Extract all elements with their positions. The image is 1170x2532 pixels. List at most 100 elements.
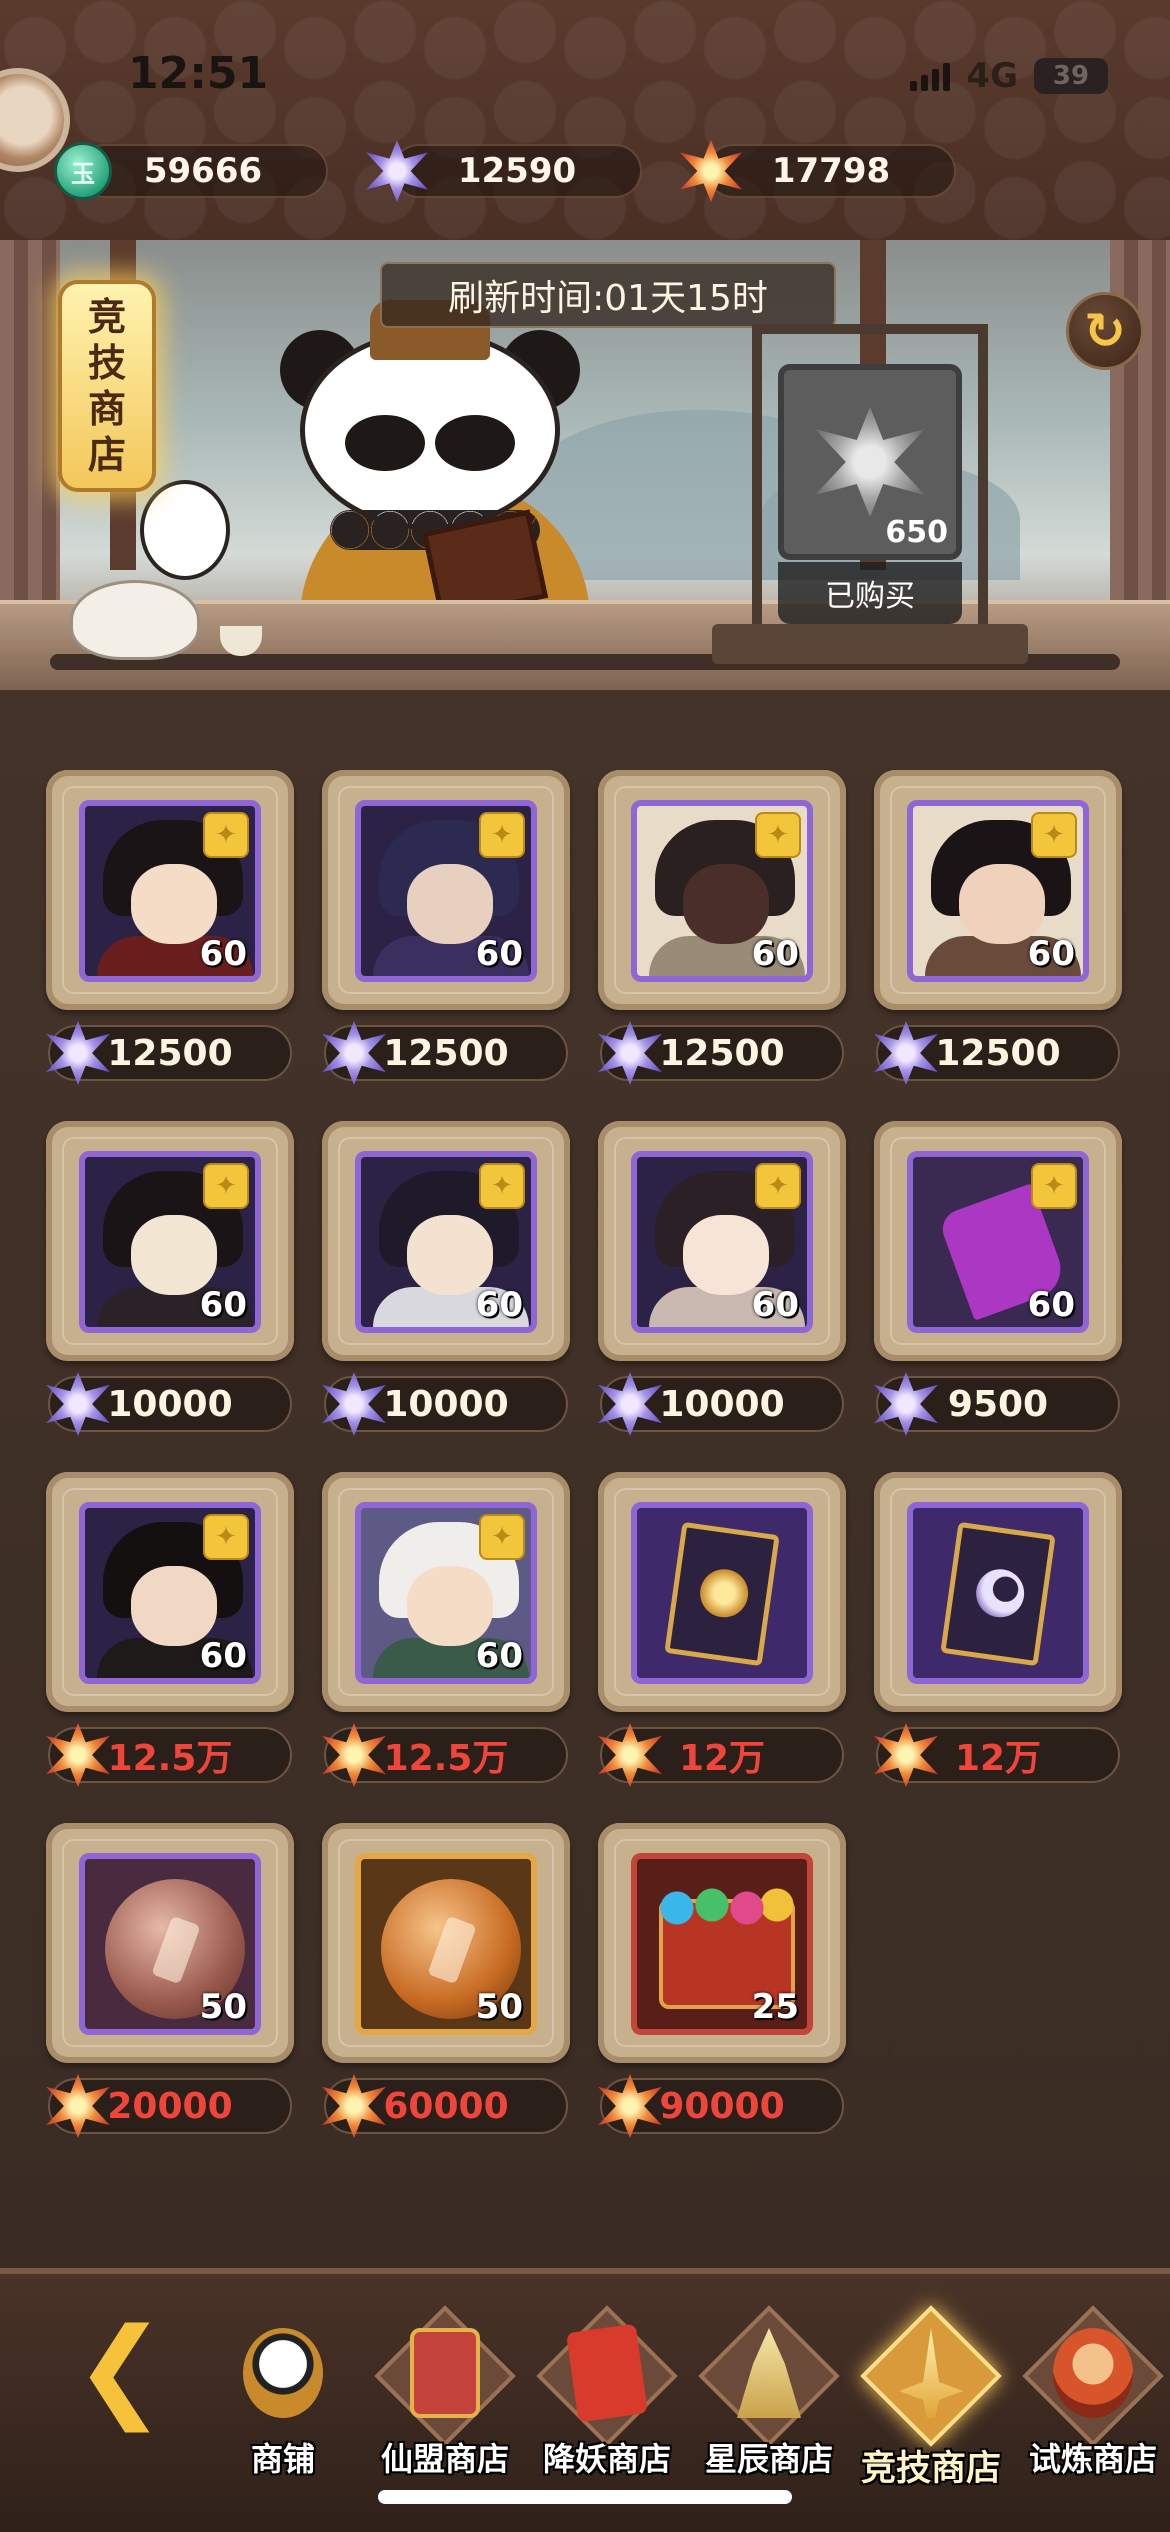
fist-mark: [427, 1915, 477, 1985]
price-button[interactable]: 12500: [874, 1021, 1120, 1085]
puzzle-piece-icon: ✦: [1031, 812, 1077, 858]
nav-arena-shop[interactable]: 竞技商店: [846, 2305, 1016, 2489]
puzzle-piece-icon: ✦: [755, 1163, 801, 1209]
glyph-fragment-item: ✦ 60: [907, 1151, 1089, 1333]
hero-fragment-item: ✦ 60: [631, 800, 813, 982]
status-indicators: 4G 39: [910, 56, 1108, 96]
item-quantity: 60: [199, 1285, 247, 1325]
sun-emblem-icon: [697, 1566, 752, 1621]
price-button[interactable]: 20000: [46, 2074, 292, 2138]
price-button[interactable]: 10000: [46, 1372, 292, 1436]
item-quantity: 50: [475, 1987, 523, 2027]
item-quantity: 60: [1027, 1285, 1075, 1325]
battery-icon: 39: [1034, 58, 1108, 94]
price-button[interactable]: 90000: [598, 2074, 844, 2138]
refresh-icon[interactable]: ↻: [1066, 292, 1144, 370]
nav-shop[interactable]: 商铺: [198, 2316, 368, 2478]
price-button[interactable]: 60000: [322, 2074, 568, 2138]
item-quantity: 60: [475, 1285, 523, 1325]
nav-label: 星辰商店: [704, 2440, 833, 2478]
puzzle-piece-icon: ✦: [479, 1163, 525, 1209]
price-button[interactable]: 12500: [46, 1021, 292, 1085]
shop-item-tile[interactable]: ✦ 60: [874, 1121, 1122, 1361]
shop-item-tile[interactable]: ✦ 60: [322, 770, 570, 1010]
portrait-face: [407, 864, 493, 944]
shop-item-tile[interactable]: ✦ 60: [46, 1121, 294, 1361]
network-type: 4G: [966, 56, 1018, 96]
jade-coin-icon: 玉: [54, 142, 112, 200]
price-value: 12.5万: [383, 1738, 509, 1779]
puzzle-piece-icon: ✦: [479, 1514, 525, 1560]
nav-demon-shop[interactable]: 降妖商店: [522, 2305, 692, 2478]
gray-gem-icon: [815, 407, 925, 517]
puzzle-piece-icon: ✦: [203, 1163, 249, 1209]
hero-fragment-item: ✦ 60: [355, 1502, 537, 1684]
nav-label: 试炼商店: [1028, 2440, 1157, 2478]
price-button[interactable]: 12万: [598, 1723, 844, 1787]
price-value: 10000: [659, 1383, 785, 1425]
shop-item-tile[interactable]: ✦ 60: [598, 1121, 846, 1361]
amber-coin-item: 50: [355, 1853, 537, 2035]
red-gem-currency-value: 17798: [771, 151, 891, 191]
nav-label: 仙盟商店: [380, 2440, 509, 2478]
price-button[interactable]: 12.5万: [46, 1723, 292, 1787]
portrait-face: [407, 1215, 493, 1295]
signal-icon: [910, 61, 951, 91]
home-indicator[interactable]: [378, 2490, 792, 2504]
shop-item-tile[interactable]: ✦ 60: [46, 1472, 294, 1712]
puzzle-piece-icon: ✦: [203, 1514, 249, 1560]
moon-emblem-icon: [973, 1566, 1028, 1621]
item-quantity: 60: [475, 1636, 523, 1676]
hero-fragment-item: ✦ 60: [907, 800, 1089, 982]
price-button[interactable]: 12万: [874, 1723, 1120, 1787]
red-gem-currency-display: 17798: [706, 144, 956, 198]
featured-quantity: 650: [885, 515, 948, 550]
shop-item-tile[interactable]: ✦ 60: [598, 770, 846, 1010]
price-button[interactable]: 12.5万: [322, 1723, 568, 1787]
shop-item-tile[interactable]: ✦ 60: [322, 1121, 570, 1361]
featured-item[interactable]: 650: [778, 364, 962, 560]
hero-fragment-item: ✦ 60: [355, 1151, 537, 1333]
nav-label: 竞技商店: [860, 2449, 1001, 2489]
shop-item-tile[interactable]: ✦ 60: [874, 770, 1122, 1010]
jade-currency-display: 59666: [78, 144, 328, 198]
price-button[interactable]: 10000: [598, 1372, 844, 1436]
nav-star-shop[interactable]: 星辰商店: [684, 2305, 854, 2478]
item-quantity: 60: [1027, 934, 1075, 974]
shop-item-tile[interactable]: 25: [598, 1823, 846, 2063]
portrait-face: [683, 1215, 769, 1295]
small-panda-figure: [140, 480, 230, 580]
back-arrow-icon[interactable]: ❮: [74, 2313, 174, 2423]
featured-display-stand: 650 已购买: [712, 324, 1028, 664]
hero-fragment-item: ✦ 60: [79, 1151, 261, 1333]
shop-title-char: 竞: [87, 295, 126, 339]
shop-item-tile[interactable]: 50: [322, 1823, 570, 2063]
nav-trial-shop[interactable]: 试炼商店: [1008, 2305, 1170, 2478]
shop-item-tile[interactable]: 50: [46, 1823, 294, 2063]
shop-item-tile[interactable]: [874, 1472, 1122, 1712]
hero-fragment-item: ✦ 60: [79, 800, 261, 982]
portrait-mask: [683, 864, 769, 944]
purple-gem-currency-display: 12590: [392, 144, 642, 198]
nav-label: 降妖商店: [542, 2440, 671, 2478]
price-value: 10000: [107, 1383, 233, 1425]
portrait-face: [131, 864, 217, 944]
shop-item-tile[interactable]: ✦ 60: [322, 1472, 570, 1712]
nav-alliance-shop[interactable]: 仙盟商店: [360, 2305, 530, 2478]
stand-base: [712, 624, 1028, 664]
price-value: 10000: [383, 1383, 509, 1425]
demon-shop-icon: [566, 2323, 648, 2423]
portrait-face: [131, 1566, 217, 1646]
puzzle-piece-icon: ✦: [479, 812, 525, 858]
price-button[interactable]: 10000: [322, 1372, 568, 1436]
shop-item-tile[interactable]: ✦ 60: [46, 770, 294, 1010]
puzzle-piece-icon: ✦: [203, 812, 249, 858]
shop-item-tile[interactable]: [598, 1472, 846, 1712]
price-button[interactable]: 12500: [598, 1021, 844, 1085]
price-button[interactable]: 9500: [874, 1372, 1120, 1436]
shop-keeper-scene: 竞 技 商 店 刷新时间:01天15时 ↻ 650 已购买: [0, 240, 1170, 690]
price-button[interactable]: 12500: [322, 1021, 568, 1085]
battery-level: 39: [1052, 61, 1090, 91]
shop-title-char: 店: [87, 433, 126, 477]
portrait-mask: [131, 1215, 217, 1295]
